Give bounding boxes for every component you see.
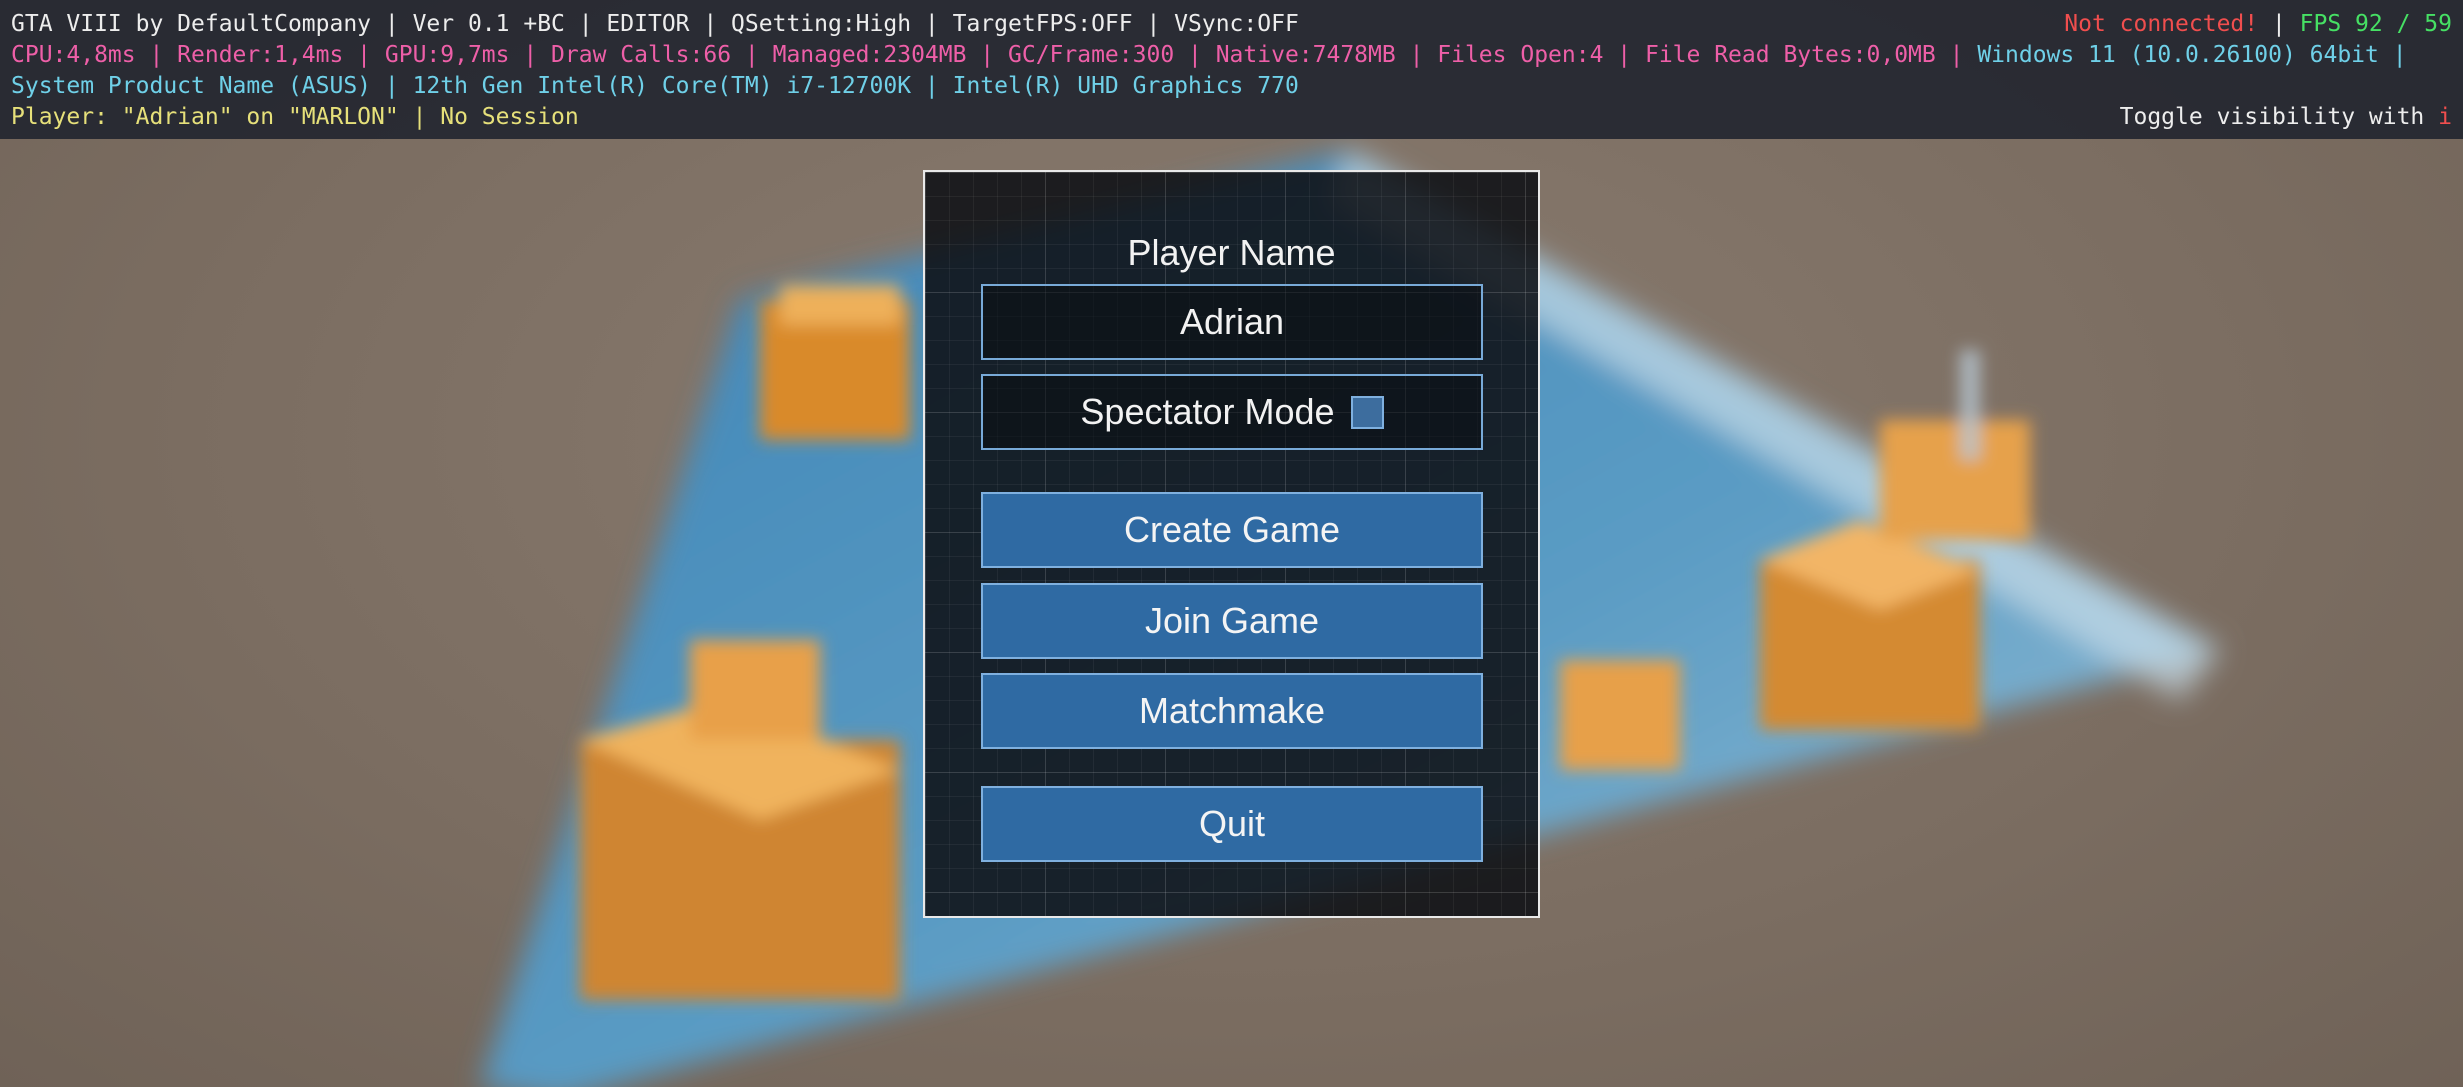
performance-stats: CPU:4,8ms | Render:1,4ms | GPU:9,7ms | D… <box>11 42 1978 68</box>
connection-status: Not connected! <box>2064 11 2259 37</box>
join-game-button[interactable]: Join Game <box>981 583 1483 659</box>
quit-button[interactable]: Quit <box>981 786 1483 862</box>
player-session-info: Player: "Adrian" on "MARLON" | No Sessio… <box>11 104 579 130</box>
hardware-info: System Product Name (ASUS) | 12th Gen In… <box>11 73 1299 99</box>
toggle-hint: Toggle visibility with i <box>2120 102 2452 133</box>
os-info: Windows 11 (10.0.26100) 64bit | <box>1977 42 2407 68</box>
fps-separator: | <box>2258 11 2300 37</box>
player-name-value: Adrian <box>1179 301 1285 342</box>
matchmake-button[interactable]: Matchmake <box>981 673 1483 749</box>
spectator-mode-checkbox[interactable] <box>1350 395 1384 429</box>
toggle-hint-key: i <box>2438 104 2452 130</box>
debug-line-build: GTA VIII by DefaultCompany | Ver 0.1 +BC… <box>11 9 2452 40</box>
build-info: GTA VIII by DefaultCompany | Ver 0.1 +BC… <box>11 11 1299 37</box>
debug-line-player: Player: "Adrian" on "MARLON" | No Sessio… <box>11 102 2452 133</box>
toggle-hint-label: Toggle visibility with <box>2119 104 2439 130</box>
create-game-button[interactable]: Create Game <box>981 492 1483 568</box>
main-menu-panel: Player Name Adrian Spectator Mode Create… <box>923 170 1540 918</box>
spectator-mode-toggle[interactable]: Spectator Mode <box>981 374 1483 450</box>
player-name-title: Player Name <box>1127 232 1336 273</box>
connection-fps-group: Not connected! | FPS 92 / 59 <box>2064 9 2452 40</box>
debug-line-hardware: System Product Name (ASUS) | 12th Gen In… <box>11 71 2452 102</box>
debug-overlay: GTA VIII by DefaultCompany | Ver 0.1 +BC… <box>0 0 2463 139</box>
spectator-mode-label: Spectator Mode <box>1080 391 1335 432</box>
fps-counter: FPS 92 / 59 <box>2299 11 2452 37</box>
debug-line-stats: CPU:4,8ms | Render:1,4ms | GPU:9,7ms | D… <box>11 40 2452 71</box>
player-name-input[interactable]: Adrian <box>981 284 1483 360</box>
